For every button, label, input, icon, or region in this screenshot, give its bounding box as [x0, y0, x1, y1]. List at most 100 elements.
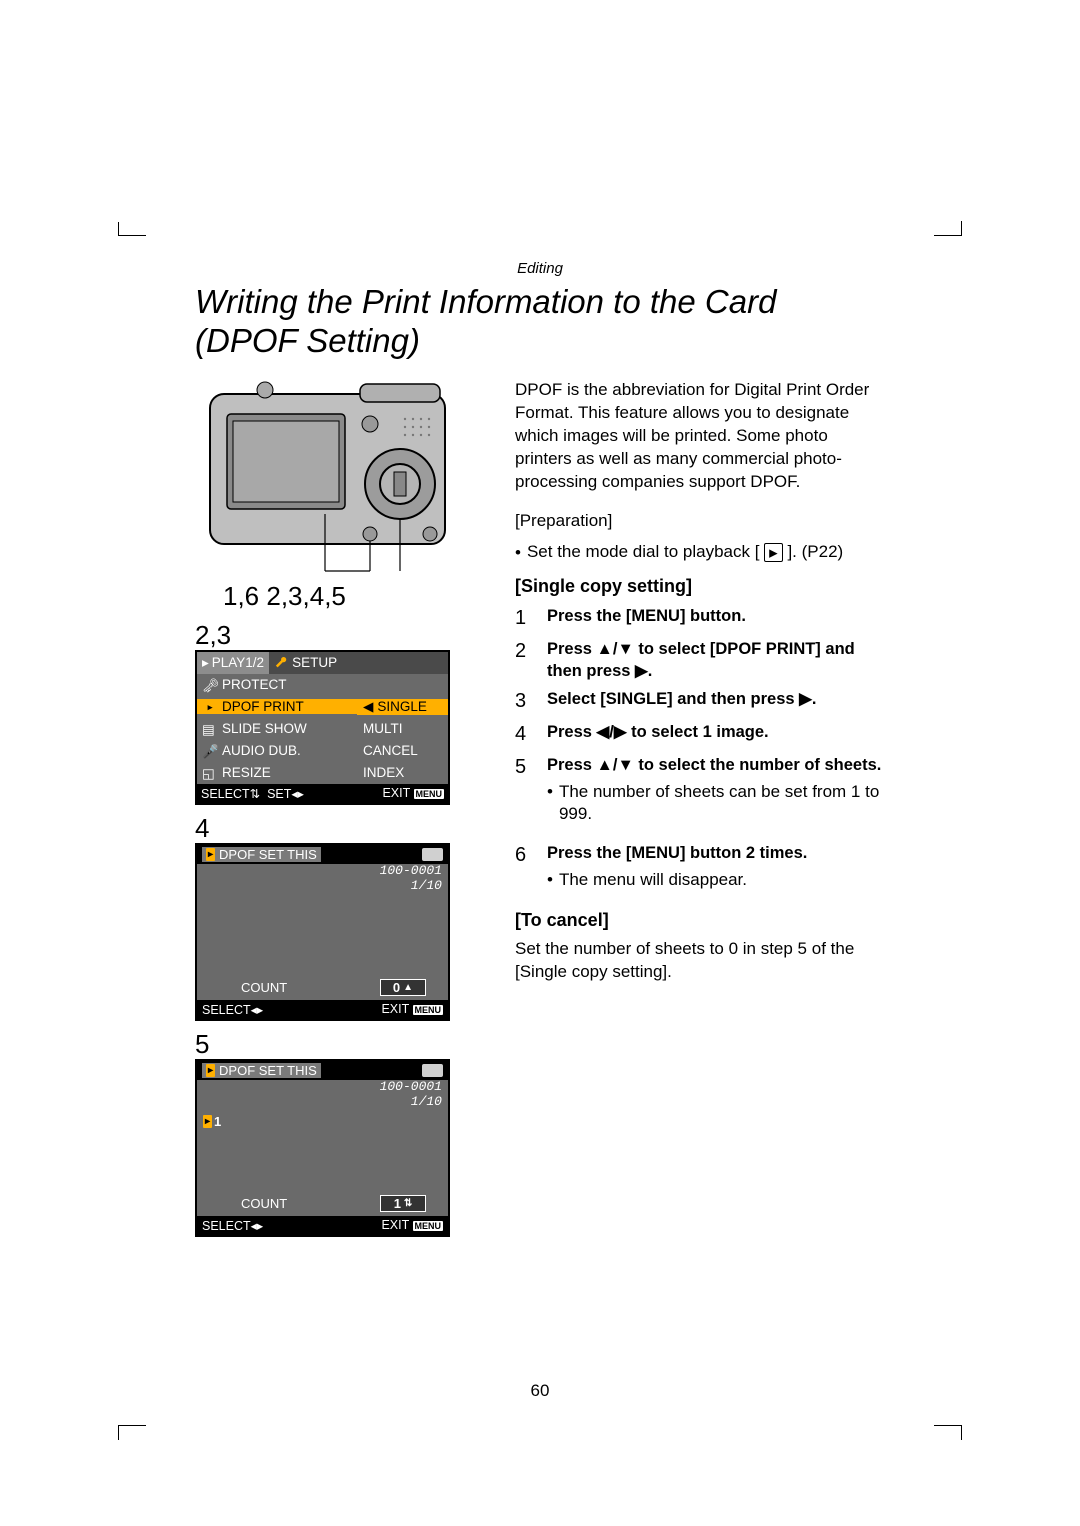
wrench-icon — [275, 656, 289, 670]
size-badge — [422, 848, 443, 861]
step-5-text: Press ▲/▼ to select the number of sheets… — [547, 756, 881, 774]
dpof4-count-value: 0 — [393, 980, 400, 995]
menu-item-audio: AUDIO DUB. — [222, 743, 301, 758]
dpof4-index: 1/10 — [203, 879, 442, 894]
step-list: 1Press the [MENU] button. 2Press ▲/▼ to … — [515, 605, 885, 902]
prep-text-b: ]. (P22) — [787, 542, 843, 561]
size-badge — [422, 1064, 443, 1077]
dpof-icon: ▸ — [202, 700, 218, 714]
dpof4-count-label: COUNT — [241, 980, 287, 995]
step-5-sub-text: The number of sheets can be set from 1 t… — [559, 781, 885, 827]
menu-badge: MENU — [414, 789, 445, 799]
step-2-text: Press ▲/▼ to select [DPOF PRINT] and the… — [547, 638, 885, 683]
crop-mark-bl — [118, 1398, 146, 1426]
step-4-text: Press ◀/▶ to select 1 image. — [547, 721, 885, 748]
step-label-5: 5 — [195, 1031, 485, 1057]
resize-icon: ◱ — [202, 766, 218, 780]
footer-set: SET — [267, 787, 291, 801]
play-icon: ▸ — [202, 655, 209, 671]
footer-exit: EXIT — [382, 786, 410, 800]
step-1: 1Press the [MENU] button. — [515, 605, 885, 632]
page-number: 60 — [0, 1381, 1080, 1401]
submenu-cancel: CANCEL — [357, 743, 448, 758]
playback-icon: ▸ — [764, 543, 783, 562]
submenu-index: INDEX — [357, 765, 448, 780]
bullet-icon: • — [547, 869, 553, 892]
prep-bullet: • Set the mode dial to playback [ ▸ ]. (… — [515, 541, 885, 565]
section-label: Editing — [195, 260, 885, 277]
dpof5-count-box: 1⇅ — [380, 1195, 426, 1212]
dpof4-header: DPOF SET THIS — [219, 847, 317, 862]
tab-play-label: PLAY1/2 — [212, 655, 264, 670]
submenu-left-arrow: ◀ — [363, 699, 373, 715]
dpof4-footer-select: SELECT — [202, 1003, 251, 1017]
dpof-screen-4: ▸DPOF SET THIS 100-0001 1/10 COUNT 0▲ SE… — [195, 843, 450, 1021]
tab-setup: SETUP — [269, 652, 448, 674]
step-1-text: Press the [MENU] button. — [547, 605, 885, 632]
right-column: DPOF is the abbreviation for Digital Pri… — [515, 379, 885, 1237]
step-5: 5 Press ▲/▼ to select the number of shee… — [515, 754, 885, 836]
dpof5-print-badge: ▸ 1 — [203, 1114, 221, 1129]
camera-callout: 1,6 2,3,4,5 — [223, 581, 485, 612]
cancel-text: Set the number of sheets to 0 in step 5 … — [515, 938, 885, 984]
footer-select: SELECT — [201, 787, 250, 801]
preparation-label: [Preparation] — [515, 510, 885, 533]
menu-item-resize: RESIZE — [222, 765, 271, 780]
dpof5-footer-exit: EXIT — [381, 1218, 409, 1232]
camera-illustration — [205, 379, 450, 579]
menu-item-slideshow: SLIDE SHOW — [222, 721, 307, 736]
audio-icon: 🎤 — [202, 744, 218, 758]
dpof5-count-label: COUNT — [241, 1196, 287, 1211]
step-4: 4Press ◀/▶ to select 1 image. — [515, 721, 885, 748]
leftright-icon: ◂▸ — [291, 787, 304, 801]
step-6-sub-text: The menu will disappear. — [559, 869, 747, 892]
submenu-single: SINGLE — [377, 699, 427, 714]
left-column: 1,6 2,3,4,5 2,3 ▸ PLAY1/2 SETUP 🗝 PROTECT… — [195, 379, 485, 1237]
step-3: 3Select [SINGLE] and then press ▶. — [515, 688, 885, 715]
dpof5-index: 1/10 — [203, 1095, 442, 1110]
updown-icon: ⇅ — [250, 787, 260, 801]
crop-mark-tl — [118, 235, 146, 264]
single-copy-heading: [Single copy setting] — [515, 574, 885, 598]
dpof5-badge-value: 1 — [214, 1114, 221, 1129]
dpof5-footer-select: SELECT — [202, 1219, 251, 1233]
dpof-screen-5: ▸ DPOF SET THIS 100-0001 1/10 ▸ 1 COUNT 1… — [195, 1059, 450, 1237]
bullet-icon: • — [515, 541, 521, 565]
crop-mark-br — [934, 1398, 962, 1426]
step-label-23: 2,3 — [195, 622, 485, 648]
dpof4-footer-exit: EXIT — [381, 1002, 409, 1016]
dpof4-count-box: 0▲ — [380, 979, 426, 996]
tab-setup-label: SETUP — [292, 655, 337, 670]
dpof5-count-value: 1 — [394, 1196, 401, 1211]
page-title: Writing the Print Information to the Car… — [195, 283, 885, 361]
key-icon: 🗝 — [202, 678, 218, 692]
step-6-text: Press the [MENU] button 2 times. — [547, 844, 807, 862]
step-5-note: •The number of sheets can be set from 1 … — [547, 781, 885, 827]
cancel-heading: [To cancel] — [515, 908, 885, 932]
updown-arrow-icon: ⇅ — [404, 1198, 412, 1209]
menu-screen: ▸ PLAY1/2 SETUP 🗝 PROTECT ▸ DPOF PRINT ◀ SIN… — [195, 650, 450, 805]
up-arrow-icon: ▲ — [403, 982, 413, 993]
dpof-icon: ▸ — [203, 1115, 212, 1128]
menu-item-protect: PROTECT — [222, 677, 287, 692]
slide-icon: ▤ — [202, 722, 218, 736]
step-3-text: Select [SINGLE] and then press ▶. — [547, 688, 885, 715]
step-6-note: • The menu will disappear. — [547, 869, 885, 892]
leftright-icon: ◂▸ — [251, 1219, 264, 1233]
dpof-icon: ▸ — [206, 1064, 215, 1077]
dpof-icon: ▸ — [206, 848, 215, 861]
dpof5-file-no: 100-0001 — [203, 1080, 442, 1095]
dpof4-menu-badge: MENU — [413, 1005, 444, 1015]
leftright-icon: ◂▸ — [251, 1003, 264, 1017]
prep-text: Set the mode dial to playback [ ▸ ]. (P2… — [527, 541, 843, 565]
dpof5-header: DPOF SET THIS — [219, 1063, 317, 1078]
step-6: 6 Press the [MENU] button 2 times. •The … — [515, 842, 885, 901]
menu-item-dpof: DPOF PRINT — [222, 699, 304, 714]
intro-text: DPOF is the abbreviation for Digital Pri… — [515, 379, 885, 494]
dpof5-menu-badge: MENU — [413, 1221, 444, 1231]
submenu-multi: MULTI — [357, 721, 448, 736]
step-label-4: 4 — [195, 815, 485, 841]
step-2: 2Press ▲/▼ to select [DPOF PRINT] and th… — [515, 638, 885, 683]
bullet-icon: • — [547, 781, 553, 827]
tab-play: ▸ PLAY1/2 — [197, 652, 269, 674]
